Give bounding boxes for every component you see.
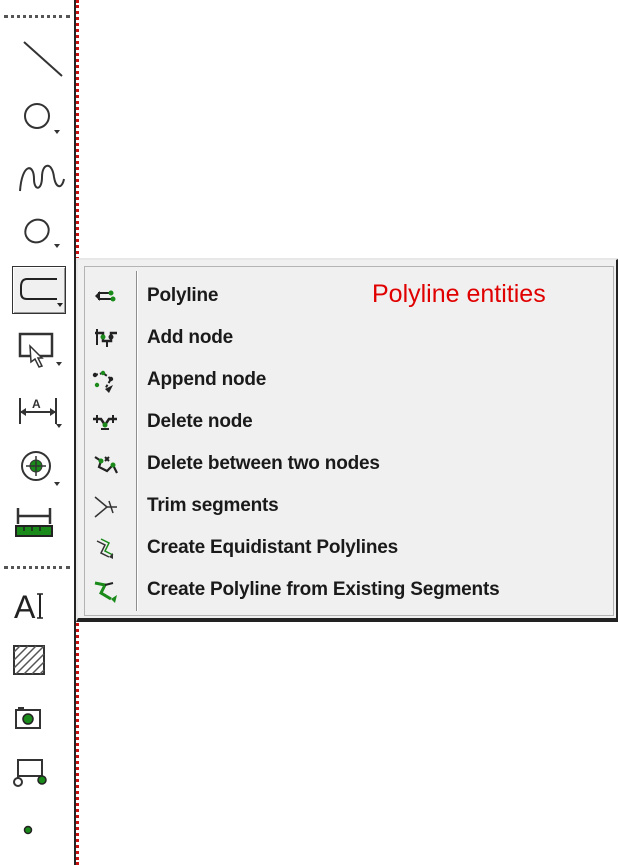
draw-toolbar: A A	[0, 0, 79, 865]
spline-tool-button[interactable]	[12, 155, 66, 195]
menu-item-label: Add node	[147, 327, 233, 348]
menu-item-create-polyline-from-existing-segments[interactable]: Create Polyline from Existing Segments	[85, 571, 613, 613]
line-tool-button[interactable]	[12, 36, 66, 77]
svg-text:A: A	[32, 397, 41, 411]
menu-item-append-node[interactable]: Append node	[85, 361, 613, 403]
polyline-tool-button[interactable]	[12, 266, 66, 314]
annotation-label: Polyline entities	[372, 280, 546, 308]
measure-ruler-icon	[15, 508, 53, 537]
delete-between-nodes-icon	[94, 456, 118, 474]
menu-item-add-node[interactable]: Add node	[85, 319, 613, 361]
polyline-from-segments-icon	[94, 581, 117, 603]
polyline-draw-icon	[95, 290, 116, 302]
text-tool-button[interactable]: A	[12, 584, 66, 625]
append-node-icon	[92, 370, 114, 393]
polyline-flyout-menu: Polyline Add node Append node Delete nod…	[76, 258, 618, 622]
ellipse-tool-button[interactable]	[12, 210, 66, 250]
dimension-icon: A	[19, 397, 62, 428]
snap-tool-button[interactable]	[12, 446, 66, 486]
image-tool-button[interactable]	[12, 696, 66, 736]
point-tool-button[interactable]	[12, 808, 66, 848]
menu-item-trim-segments[interactable]: Trim segments	[85, 487, 613, 529]
image-insert-icon	[15, 707, 41, 729]
block-icon	[13, 759, 47, 787]
menu-item-create-equidistant-polylines[interactable]: Create Equidistant Polylines	[85, 529, 613, 571]
menu-item-label: Polyline	[147, 285, 219, 306]
circle-tool-button[interactable]	[12, 96, 66, 136]
toolbar-grip-top[interactable]	[4, 15, 70, 18]
snap-target-icon	[21, 451, 60, 486]
menu-item-label: Delete between two nodes	[147, 453, 380, 474]
delete-node-icon	[93, 415, 117, 430]
select-window-icon	[18, 332, 62, 368]
trim-segments-icon	[94, 496, 117, 518]
polyline-icon	[20, 278, 63, 307]
dimension-tool-button[interactable]: A	[12, 388, 66, 428]
point-icon	[23, 825, 33, 835]
equidistant-polylines-icon	[96, 538, 114, 559]
hatch-tool-button[interactable]	[12, 640, 66, 680]
menu-item-label: Create Equidistant Polylines	[147, 537, 398, 558]
measure-tool-button[interactable]	[12, 500, 66, 540]
circle-icon	[24, 103, 60, 134]
add-node-icon	[95, 329, 117, 347]
hatch-icon	[13, 645, 45, 675]
menu-item-label: Delete node	[147, 411, 253, 432]
menu-item-label: Trim segments	[147, 495, 279, 516]
flyout-menu-body: Polyline Add node Append node Delete nod…	[84, 266, 614, 616]
select-window-tool-button[interactable]	[12, 328, 66, 368]
menu-item-delete-between-two-nodes[interactable]: Delete between two nodes	[85, 445, 613, 487]
spline-icon	[19, 164, 65, 192]
menu-item-label: Create Polyline from Existing Segments	[147, 579, 500, 600]
svg-text:A: A	[14, 589, 36, 625]
canvas-area: A A Polyline Add node Append node Delete…	[0, 0, 618, 865]
menu-item-label: Append node	[147, 369, 267, 390]
text-icon: A	[14, 589, 43, 625]
menu-item-delete-node[interactable]: Delete node	[85, 403, 613, 445]
ellipse-icon	[24, 218, 60, 248]
toolbar-grip-middle[interactable]	[4, 566, 70, 569]
block-tool-button[interactable]	[12, 750, 66, 790]
line-icon	[23, 41, 63, 77]
